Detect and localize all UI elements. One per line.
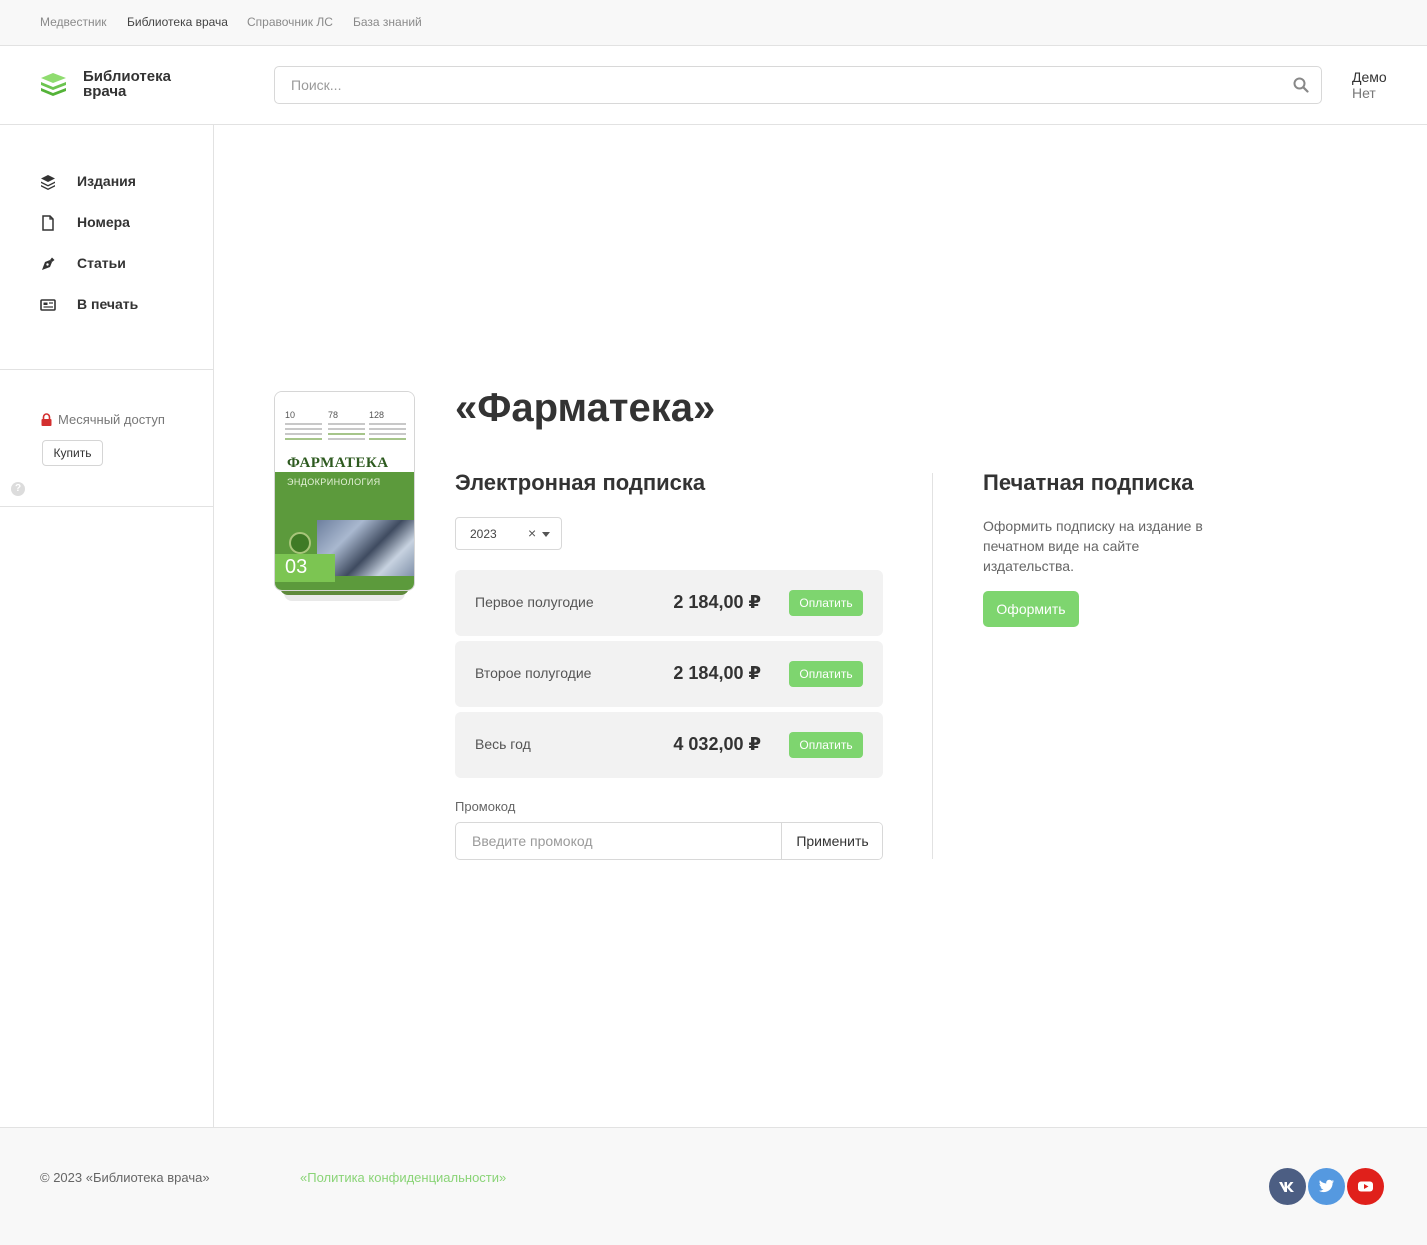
cover-text-line [369, 438, 406, 440]
cover-text-line [285, 423, 322, 425]
search-icon[interactable] [1293, 77, 1309, 93]
search-box [274, 66, 1322, 104]
sidebar-item-label: Издания [77, 173, 136, 189]
youtube-button[interactable] [1347, 1168, 1384, 1205]
cover-column-number: 10 [285, 410, 296, 420]
newspaper-icon [40, 299, 56, 311]
top-nav-link-knowledge-base[interactable]: База знаний [353, 15, 422, 29]
logo-text-line2: врача [83, 83, 127, 100]
cover-subtitle: ЭНДОКРИНОЛОГИЯ [287, 477, 381, 487]
vk-button[interactable] [1269, 1168, 1306, 1205]
plan-price: 2 184,00 ₽ [673, 663, 761, 683]
cover-text-line [369, 428, 406, 430]
plan-row: Первое полугодие 2 184,00 ₽ Оплатить [455, 570, 883, 636]
top-nav-link-library[interactable]: Библиотека врача [127, 15, 228, 29]
pay-button[interactable]: Оплатить [789, 590, 863, 616]
plan-row: Второе полугодие 2 184,00 ₽ Оплатить [455, 641, 883, 707]
site-header: Библиотека врача Демо Нет [0, 46, 1427, 125]
layers-icon [41, 175, 55, 190]
cover-title: ФАРМАТЕКА [287, 455, 389, 471]
logo-text[interactable]: Библиотека врача [83, 69, 203, 99]
twitter-icon [1319, 1179, 1334, 1193]
file-icon [42, 215, 54, 231]
search-input[interactable] [275, 67, 1275, 103]
sidebar-item-label: Статьи [77, 255, 126, 271]
plan-price: 4 032,00 ₽ [673, 734, 761, 754]
site-footer: © 2023 «Библиотека врача» «Политика конф… [0, 1127, 1427, 1245]
top-nav-link-drug-reference[interactable]: Справочник ЛС [247, 15, 333, 29]
cover-column: 128 [369, 410, 406, 440]
cover-text-line [285, 428, 322, 430]
electronic-subscription-title: Электронная подписка [455, 470, 706, 495]
user-menu[interactable]: Демо Нет [1352, 69, 1387, 101]
pay-button[interactable]: Оплатить [789, 732, 863, 758]
cover-text-line [328, 423, 365, 425]
plan-name: Первое полугодие [475, 594, 594, 610]
sidebar-item-label: Номера [77, 214, 130, 230]
sidebar-divider [0, 506, 213, 507]
cover-issue-text: 03 [285, 556, 308, 578]
sidebar-item-issues[interactable]: Номера [40, 212, 210, 234]
year-select[interactable]: 2023 × [455, 517, 562, 550]
promo-label: Промокод [455, 799, 516, 814]
monthly-access-label: Месячный доступ [58, 412, 165, 427]
monthly-access: Месячный доступ [41, 412, 165, 427]
help-icon[interactable]: ? [11, 482, 25, 496]
sidebar-divider [0, 369, 213, 370]
sidebar-item-editions[interactable]: Издания [40, 171, 210, 193]
top-nav: Медвестник Библиотека врача Справочник Л… [0, 0, 1427, 46]
cover-text-line [285, 433, 322, 435]
top-nav-link-medvestnik[interactable]: Медвестник [40, 15, 107, 29]
journal-cover[interactable]: 10 78 128 ФАРМАТЕКА ЭНДОКРИНОЛОГИЯ 03 [274, 391, 415, 603]
cover-column-number: 128 [369, 410, 385, 420]
cover-header: 10 78 128 ФАРМАТЕКА [275, 392, 414, 472]
plan-price: 2 184,00 ₽ [673, 592, 761, 612]
cover-emblem [289, 532, 311, 554]
cover-text-line [328, 438, 365, 440]
cover-text-line [328, 428, 365, 430]
privacy-policy-link[interactable]: «Политика конфиденциальности» [300, 1170, 506, 1185]
cover-column: 10 [285, 410, 322, 440]
promo-group: Применить [455, 822, 883, 860]
cover-issue-number: 03 [275, 554, 335, 582]
page-title: «Фарматека» [455, 386, 716, 430]
year-select-value: 2023 [470, 527, 497, 541]
plan-row: Весь год 4 032,00 ₽ Оплатить [455, 712, 883, 778]
cover-image: 10 78 128 ФАРМАТЕКА ЭНДОКРИНОЛОГИЯ 03 [274, 391, 415, 591]
apply-promo-button[interactable]: Применить [781, 823, 882, 859]
twitter-button[interactable] [1308, 1168, 1345, 1205]
sidebar-item-articles[interactable]: Статьи [40, 253, 210, 275]
logo-text-line1: Библиотека [83, 68, 171, 85]
promo-input[interactable] [456, 823, 781, 859]
print-description: Оформить подписку на издание в печатном … [983, 518, 1203, 574]
cover-text-line [285, 438, 322, 440]
plan-name: Второе полугодие [475, 665, 592, 681]
youtube-icon [1358, 1181, 1373, 1192]
column-divider [932, 473, 933, 859]
books-logo-icon[interactable] [39, 70, 68, 98]
sidebar-item-label: В печать [77, 296, 139, 312]
user-status: Нет [1352, 85, 1376, 101]
sidebar-item-print[interactable]: В печать [40, 294, 210, 316]
cover-text-line [369, 423, 406, 425]
chevron-down-icon[interactable] [542, 532, 550, 537]
order-print-button[interactable]: Оформить [983, 591, 1079, 627]
cover-column: 78 [328, 410, 365, 440]
sidebar: Издания Номера Статьи В печать Месячный … [0, 125, 214, 1127]
buy-button[interactable]: Купить [42, 440, 103, 466]
cover-column-number: 78 [328, 410, 339, 420]
print-subscription-title: Печатная подписка [983, 470, 1194, 495]
copyright: © 2023 «Библиотека врача» [40, 1170, 210, 1185]
plan-name: Весь год [475, 736, 531, 752]
vk-icon [1279, 1182, 1294, 1192]
cover-text-line [328, 433, 365, 435]
user-name: Демо [1352, 69, 1387, 85]
clear-icon[interactable]: × [528, 525, 536, 541]
pay-button[interactable]: Оплатить [789, 661, 863, 687]
lock-icon [41, 413, 52, 426]
cover-text-line [369, 433, 406, 435]
pen-nib-icon [42, 257, 55, 270]
